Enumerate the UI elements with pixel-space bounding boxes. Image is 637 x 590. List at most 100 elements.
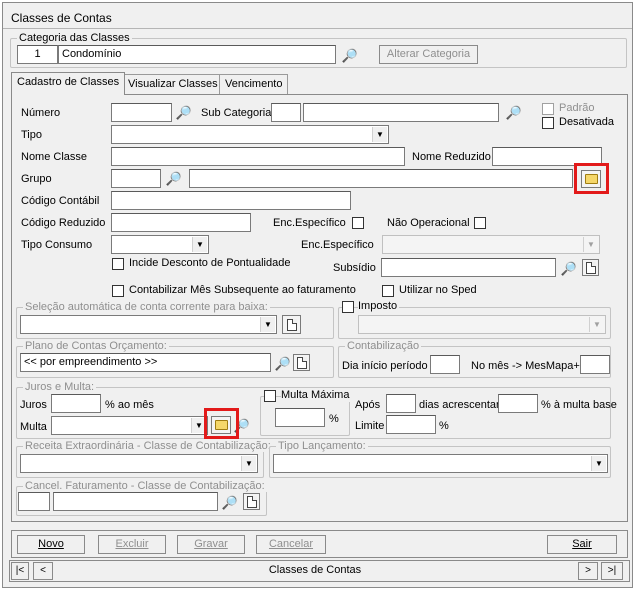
tipo-lancamento-dropdown-arrow-icon[interactable]: ▼ <box>591 456 606 471</box>
codigo-reduzido-input[interactable] <box>111 213 251 232</box>
classes-de-contas-window: Classes de Contas Categoria das Classes … <box>2 2 633 588</box>
dia-inicio-periodo-input[interactable] <box>430 355 460 374</box>
dias-acrescentar-input[interactable] <box>498 394 538 413</box>
sair-button[interactable]: Sair <box>547 535 617 554</box>
enc-especifico-select[interactable]: ▼ <box>382 235 600 254</box>
numero-input[interactable] <box>111 103 172 122</box>
tipo-consumo-label: Tipo Consumo <box>21 239 93 251</box>
incide-desconto-checkbox[interactable] <box>112 258 124 270</box>
gravar-button[interactable]: Gravar <box>177 535 245 554</box>
codigo-reduzido-label: Código Reduzido <box>21 217 106 229</box>
nome-classe-input[interactable] <box>111 147 405 166</box>
multa-folder-highlight <box>204 408 239 439</box>
categoria-legend: Categoria das Classes <box>17 32 132 44</box>
enc-especifico2-label: Enc.Específico <box>301 239 374 251</box>
novo-button[interactable]: Novo <box>17 535 85 554</box>
nav-next-button[interactable]: > <box>578 562 598 580</box>
receita-dropdown-arrow-icon[interactable]: ▼ <box>241 456 256 471</box>
subcategoria-name-input[interactable] <box>303 103 499 122</box>
subcategoria-search-binoculars-icon[interactable]: 🔎 <box>505 103 523 121</box>
tab-cadastro-de-classes[interactable]: Cadastro de Classes <box>11 72 126 95</box>
utilizar-sped-checkbox[interactable] <box>382 285 394 297</box>
multa-maxima-input[interactable] <box>275 408 325 427</box>
novo-button-label: Novo <box>38 538 64 550</box>
nome-classe-label: Nome Classe <box>21 151 88 163</box>
apos-input[interactable] <box>386 394 416 413</box>
desativada-checkbox[interactable] <box>542 117 554 129</box>
imposto-select[interactable]: ▼ <box>358 315 606 334</box>
cancelar-button[interactable]: Cancelar <box>256 535 326 554</box>
multa-maxima-label: Multa Máxima <box>281 389 352 402</box>
tab-vencimento[interactable]: Vencimento <box>219 74 289 94</box>
subsidio-search-binoculars-icon[interactable]: 🔎 <box>560 259 578 277</box>
contabilizacao-legend: Contabilização <box>345 340 422 352</box>
grupo-code-input[interactable] <box>111 169 161 188</box>
categoria-search-binoculars-icon[interactable]: 🔎 <box>341 46 359 64</box>
imposto-checkbox[interactable] <box>342 301 354 313</box>
receita-extraordinaria-select[interactable]: ▼ <box>20 454 258 473</box>
limite-input[interactable] <box>386 415 436 434</box>
padrao-checkbox[interactable] <box>542 103 554 115</box>
window-title: Classes de Contas <box>3 3 632 29</box>
categoria-code-input[interactable]: 1 <box>17 45 58 64</box>
gravar-button-label: Gravar <box>194 538 228 550</box>
plano-contas-new-button[interactable] <box>293 354 310 371</box>
multa-maxima-checkbox[interactable] <box>264 390 276 402</box>
ao-mes-label: % ao mês <box>105 399 154 411</box>
subcategoria-code-input[interactable] <box>271 103 301 122</box>
dia-inicio-periodo-label: Dia início período <box>342 360 428 372</box>
nav-last-button[interactable]: >| <box>601 562 623 580</box>
cancel-faturamento-name-input[interactable] <box>53 492 218 511</box>
no-mes-label: No mês -> MesMapa+ <box>471 360 580 372</box>
cancel-faturamento-new-button[interactable] <box>243 493 260 510</box>
plano-contas-input[interactable]: << por empreendimento >> <box>20 353 271 372</box>
navigator-caption: Classes de Contas <box>57 562 573 580</box>
juros-input[interactable] <box>51 394 101 413</box>
multa-select[interactable]: ▼ <box>51 416 208 435</box>
codigo-contabil-input[interactable] <box>111 191 351 210</box>
cancelar-button-label: Cancelar <box>268 538 314 550</box>
excluir-button[interactable]: Excluir <box>98 535 166 554</box>
tipo-lancamento-select[interactable]: ▼ <box>273 454 608 473</box>
categoria-name-input[interactable]: Condomínio <box>58 45 336 64</box>
plano-contas-legend: Plano de Contas Orçamento: <box>23 340 169 352</box>
new-document-icon <box>296 356 307 369</box>
tipo-dropdown-arrow-icon[interactable]: ▼ <box>372 127 387 142</box>
enc-especifico-dropdown-arrow-icon[interactable]: ▼ <box>583 237 598 252</box>
cancel-faturamento-legend: Cancel. Faturamento - Classe de Contabil… <box>23 480 267 492</box>
contabilizar-mes-subsequente-label: Contabilizar Mês Subsequente ao faturame… <box>129 284 356 296</box>
numero-search-binoculars-icon[interactable]: 🔎 <box>175 103 193 121</box>
nao-operacional-checkbox[interactable] <box>474 217 486 229</box>
nome-reduzido-label: Nome Reduzido <box>412 151 491 163</box>
selecao-automatica-select[interactable]: ▼ <box>20 315 277 334</box>
subcategoria-label: Sub Categoria <box>201 107 272 119</box>
nav-prev-button[interactable]: < <box>33 562 53 580</box>
selecao-dropdown-arrow-icon[interactable]: ▼ <box>260 317 275 332</box>
subsidio-input[interactable] <box>381 258 556 277</box>
contabilizar-mes-subsequente-checkbox[interactable] <box>112 285 124 297</box>
nav-first-button[interactable]: |< <box>11 562 29 580</box>
cancel-faturamento-search-binoculars-icon[interactable]: 🔎 <box>221 493 239 511</box>
tipo-select[interactable]: ▼ <box>111 125 389 144</box>
no-mes-input[interactable] <box>580 355 610 374</box>
juros-label: Juros <box>20 399 47 411</box>
enc-especifico-checkbox[interactable] <box>352 217 364 229</box>
new-document-icon <box>585 261 596 274</box>
grupo-search-binoculars-icon[interactable]: 🔎 <box>165 169 183 187</box>
imposto-dropdown-arrow-icon[interactable]: ▼ <box>589 317 604 332</box>
tipo-label: Tipo <box>21 129 42 141</box>
cancel-faturamento-code-input[interactable] <box>18 492 50 511</box>
tab-visualizar-classes[interactable]: Visualizar Classes <box>122 74 224 94</box>
new-document-icon <box>286 318 297 331</box>
subsidio-new-button[interactable] <box>582 259 599 276</box>
tipo-consumo-dropdown-arrow-icon[interactable]: ▼ <box>192 237 207 252</box>
limite-label: Limite <box>355 420 385 432</box>
selecao-new-button[interactable] <box>282 315 301 334</box>
sair-button-label: Sair <box>572 538 592 550</box>
grupo-label: Grupo <box>21 173 52 185</box>
tipo-consumo-select[interactable]: ▼ <box>111 235 209 254</box>
plano-contas-search-binoculars-icon[interactable]: 🔎 <box>274 354 292 372</box>
grupo-name-input[interactable] <box>189 169 573 188</box>
alterar-categoria-button[interactable]: Alterar Categoria <box>379 45 478 64</box>
imposto-label: Imposto <box>358 300 400 313</box>
